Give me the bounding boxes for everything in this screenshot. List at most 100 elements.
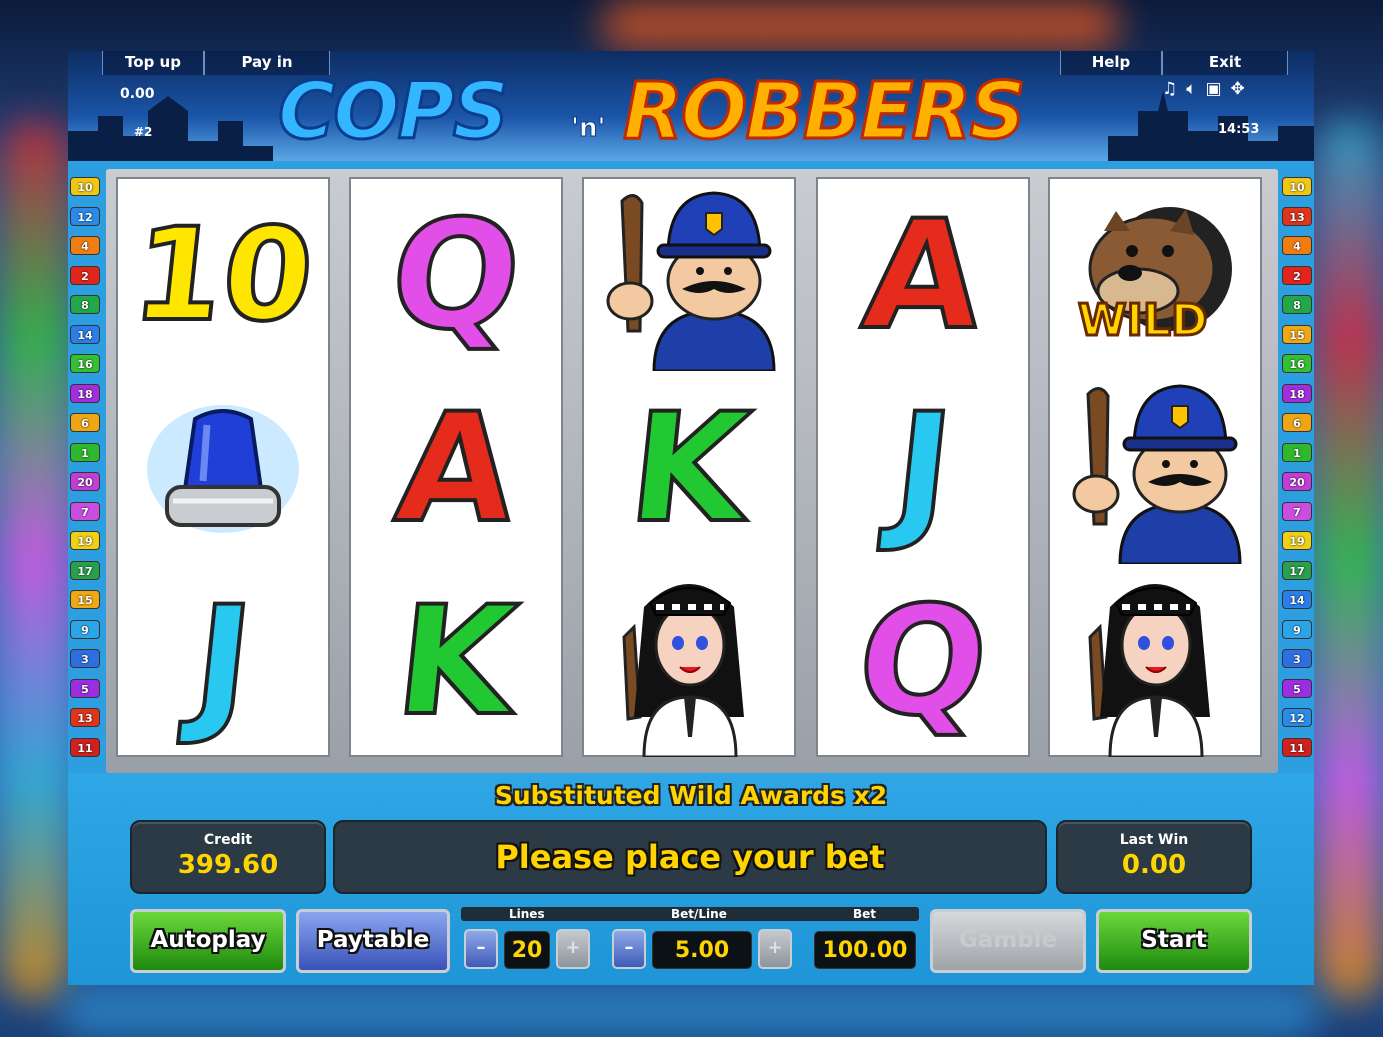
line-marker: 7 <box>1282 501 1312 521</box>
line-marker: 19 <box>70 531 100 550</box>
line-marker: 12 <box>70 206 100 226</box>
symbol-letter: A <box>387 380 525 558</box>
bet-per-line-minus-button[interactable]: – <box>612 929 646 969</box>
line-marker: 2 <box>1282 265 1312 285</box>
symbol-letter: J <box>884 380 962 558</box>
line-marker: 15 <box>70 590 100 609</box>
line-marker: 14 <box>1282 590 1312 609</box>
line-marker: 2 <box>70 265 100 285</box>
reel-symbol: A <box>818 179 1028 372</box>
line-markers-right: 10 13 4 2 8 15 16 18 6 1 20 7 19 17 14 9 3 5 12 11 <box>1282 177 1314 767</box>
reel-symbol <box>584 565 794 758</box>
gamble-button[interactable]: Gamble <box>930 909 1086 973</box>
line-marker: 10 <box>70 177 100 196</box>
reel-symbol: Q <box>818 565 1028 758</box>
credit-label: Credit <box>203 832 253 848</box>
status-message: Please place your bet <box>333 820 1047 894</box>
clock: 14:53 <box>1218 122 1260 137</box>
game-logo: COPS 'n' ROBBERS <box>277 53 1108 161</box>
bet-label: Bet <box>853 907 877 921</box>
start-button[interactable]: Start <box>1096 909 1252 973</box>
line-marker: 18 <box>70 383 100 403</box>
line-marker: 8 <box>70 295 100 314</box>
reel-symbol: WILD <box>1050 179 1260 372</box>
reel-1: 10 J <box>116 177 330 757</box>
top-up-button[interactable]: Top up <box>102 51 204 75</box>
symbol-letter: K <box>620 380 759 558</box>
reel-2: QAK <box>349 177 563 757</box>
settings-icon[interactable]: ✥ <box>1231 79 1245 99</box>
wild-label: WILD <box>1076 293 1208 347</box>
reel-symbol: J <box>118 565 328 758</box>
reel-symbol: Q <box>351 179 561 372</box>
reel-symbol: K <box>584 372 794 565</box>
autoplay-button[interactable]: Autoplay <box>130 909 286 973</box>
bet-per-line-value: 5.00 <box>652 931 752 969</box>
reel-symbol: A <box>351 372 561 565</box>
logo-robbers: ROBBERS <box>622 66 1028 159</box>
symbol-letter: 10 <box>124 199 322 352</box>
last-win-label: Last Win <box>1119 832 1189 848</box>
line-marker: 9 <box>1282 619 1312 639</box>
line-marker: 6 <box>1282 413 1312 432</box>
reel-4: AJQ <box>816 177 1030 757</box>
policewoman-icon <box>622 583 744 757</box>
line-marker: 3 <box>70 649 100 668</box>
line-marker: 4 <box>1282 236 1312 255</box>
line-marker: 6 <box>70 413 100 432</box>
reel-symbol <box>584 179 794 372</box>
line-marker: 18 <box>1282 383 1312 403</box>
win-message: Substituted Wild Awards x2 <box>494 781 888 810</box>
lines-plus-button[interactable]: + <box>556 929 590 969</box>
line-marker: 11 <box>70 737 100 757</box>
line-marker: 4 <box>70 236 100 255</box>
line-marker: 11 <box>1282 737 1312 757</box>
music-note-icon[interactable]: ♫ <box>1162 79 1177 99</box>
line-marker: 13 <box>1282 206 1312 226</box>
line-marker: 9 <box>70 619 100 639</box>
bet-controls-header: Lines Bet/Line Bet <box>461 907 919 921</box>
reel-symbol: J <box>818 372 1028 565</box>
line-marker: 8 <box>1282 295 1312 314</box>
policeman-icon <box>606 190 776 371</box>
balance-display: 0.00 <box>120 86 155 102</box>
symbol-letter: K <box>387 573 526 751</box>
last-win-panel: Last Win 0.00 <box>1056 820 1252 894</box>
line-marker: 13 <box>70 708 100 727</box>
reel-symbol <box>118 372 328 565</box>
lines-value: 20 <box>504 931 550 969</box>
bet-per-line-label: Bet/Line <box>671 907 727 921</box>
credit-value: 399.60 <box>177 850 279 880</box>
game-header: Top up Pay in Help Exit 0.00 #2 14:53 ♫ … <box>68 51 1314 161</box>
line-marker: 17 <box>70 560 100 580</box>
speaker-icon[interactable]: 🔈︎ <box>1186 79 1196 99</box>
policeman-icon <box>1072 383 1242 564</box>
bet-per-line-plus-button[interactable]: + <box>758 929 792 969</box>
line-marker: 16 <box>70 354 100 373</box>
game-id: #2 <box>134 125 153 139</box>
symbol-letter: A <box>854 187 992 365</box>
line-marker: 1 <box>1282 442 1312 462</box>
reel-5: WILD <box>1048 177 1262 757</box>
line-marker: 5 <box>70 678 100 698</box>
line-marker: 12 <box>1282 708 1312 727</box>
line-marker: 5 <box>1282 678 1312 698</box>
policewoman-icon <box>1088 583 1210 757</box>
exit-button[interactable]: Exit <box>1162 51 1288 75</box>
reel-symbol <box>1050 565 1260 758</box>
wild-symbol: WILD <box>1060 191 1250 361</box>
symbol-letter: J <box>184 573 262 751</box>
fullscreen-icon[interactable]: ▣ <box>1205 79 1221 99</box>
logo-n: 'n' <box>570 113 606 144</box>
reel-frame: 10 J Q A K K A J Q WILD <box>106 169 1278 773</box>
lines-minus-button[interactable]: – <box>464 929 498 969</box>
line-marker: 15 <box>1282 324 1312 344</box>
control-panel: Substituted Wild Awards x2 Credit 399.60… <box>68 773 1314 985</box>
logo-cops: COPS <box>277 66 511 159</box>
paytable-button[interactable]: Paytable <box>296 909 450 973</box>
credit-panel: Credit 399.60 <box>130 820 326 894</box>
slot-game: Top up Pay in Help Exit 0.00 #2 14:53 ♫ … <box>68 51 1314 985</box>
line-marker: 20 <box>1282 472 1312 491</box>
reel-symbol <box>1050 372 1260 565</box>
reels-area: 10 12 4 2 8 14 16 18 6 1 20 7 19 17 15 9 3 5 13 11 10 13 4 2 8 1… <box>68 161 1314 773</box>
